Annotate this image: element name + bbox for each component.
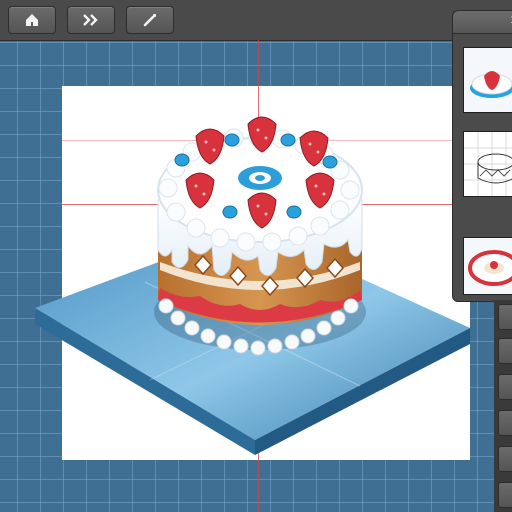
pencil-button[interactable] — [126, 6, 174, 34]
panel-header[interactable]: 2 — [453, 11, 512, 34]
arrows-button[interactable] — [67, 6, 115, 34]
top-toolbar — [0, 0, 512, 41]
strip-button-6[interactable] — [498, 482, 512, 508]
layers-panel: 2 — [452, 10, 512, 302]
home-icon — [26, 14, 38, 26]
cake-sketch-thumbnail-image — [464, 132, 512, 196]
cake-top-thumbnail[interactable] — [463, 47, 512, 113]
strip-button-2[interactable] — [498, 338, 512, 364]
center-flower — [238, 166, 282, 190]
home-button[interactable] — [8, 6, 56, 34]
double-chevron-icon — [83, 14, 98, 26]
cake-plate-thumbnail-image — [468, 250, 512, 286]
tool-strip — [494, 300, 512, 512]
strip-button-3[interactable] — [498, 374, 512, 400]
strip-button-4[interactable] — [498, 410, 512, 436]
cake-sketch-thumbnail[interactable] — [463, 131, 512, 197]
pencil-icon — [143, 13, 157, 27]
strip-button-5[interactable] — [498, 446, 512, 472]
strip-button-1[interactable] — [498, 304, 512, 330]
cake-plate-thumbnail[interactable] — [463, 237, 512, 295]
cake-top-thumbnail-image — [470, 71, 512, 98]
